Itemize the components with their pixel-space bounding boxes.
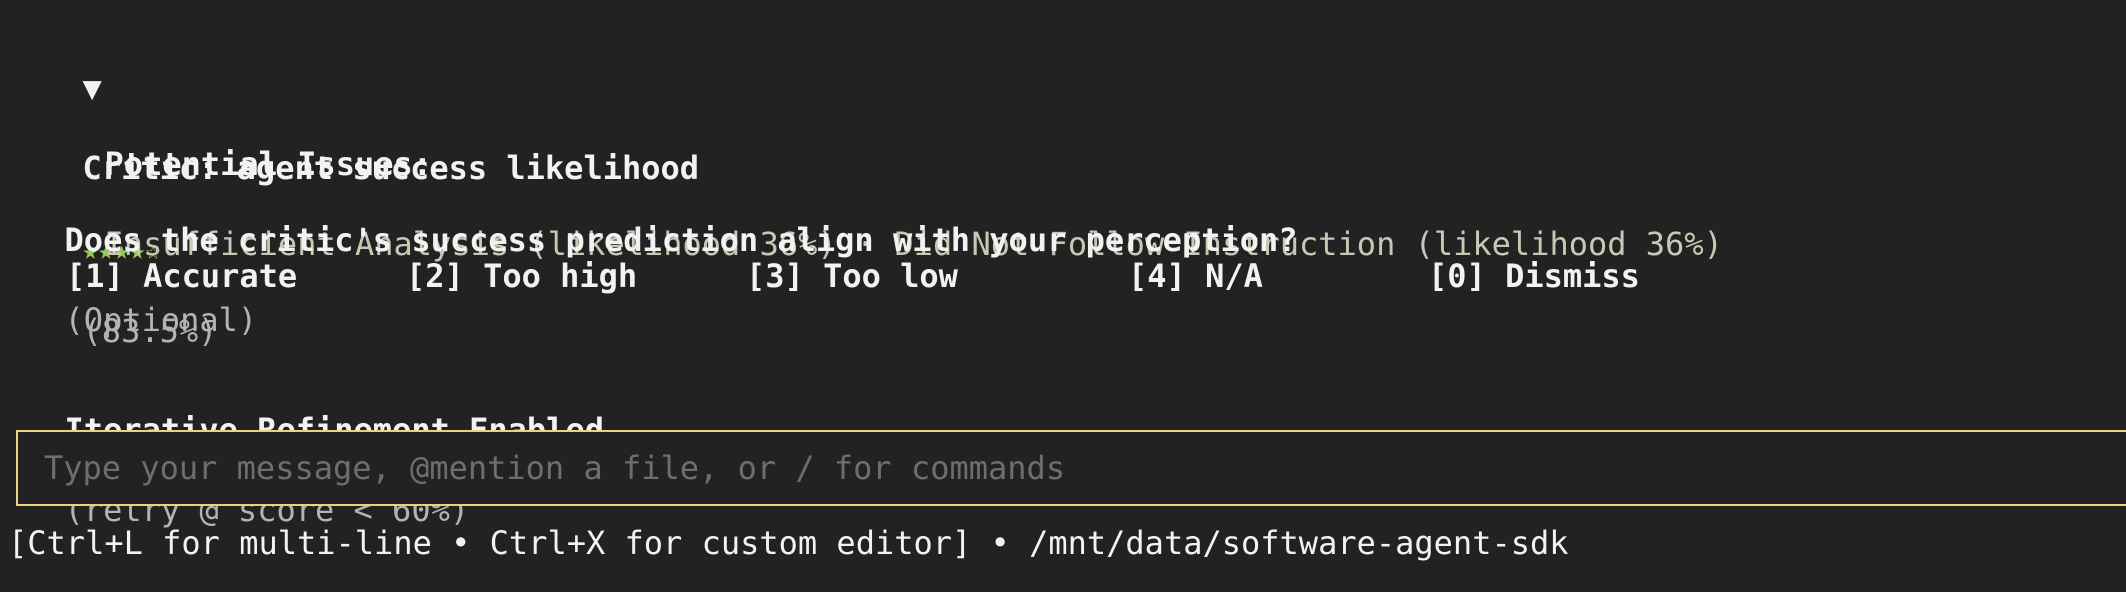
option-too-high-button[interactable]: [2] Too high xyxy=(406,256,637,296)
footer-hint: [Ctrl+L for multi-line • Ctrl+X for cust… xyxy=(8,524,1569,562)
message-input-box[interactable] xyxy=(16,430,2126,506)
feedback-question: Does the critic's success prediction ali… xyxy=(26,180,1298,339)
option-na-button[interactable]: [4] N/A xyxy=(1128,256,1263,296)
collapse-toggle-icon[interactable]: ▼ xyxy=(83,69,102,107)
option-accurate-button[interactable]: [1] Accurate xyxy=(66,256,297,296)
message-input[interactable] xyxy=(44,446,2124,490)
potential-issues: Potential Issues: Insufficient Analysis … xyxy=(66,104,1723,263)
question-text: Does the critic's success prediction ali… xyxy=(64,221,1298,259)
critic-header[interactable]: ▼ Critic: agent success likelihood ★★★★☆… xyxy=(44,28,700,350)
option-too-low-button[interactable]: [3] Too low xyxy=(746,256,958,296)
question-optional-label: (Optional) xyxy=(64,301,258,339)
issues-label: Potential Issues: xyxy=(104,145,433,183)
option-dismiss-button[interactable]: [0] Dismiss xyxy=(1428,256,1640,296)
refinement-status: Iterative Refinement Enabled (retry @ sc… xyxy=(26,370,604,529)
